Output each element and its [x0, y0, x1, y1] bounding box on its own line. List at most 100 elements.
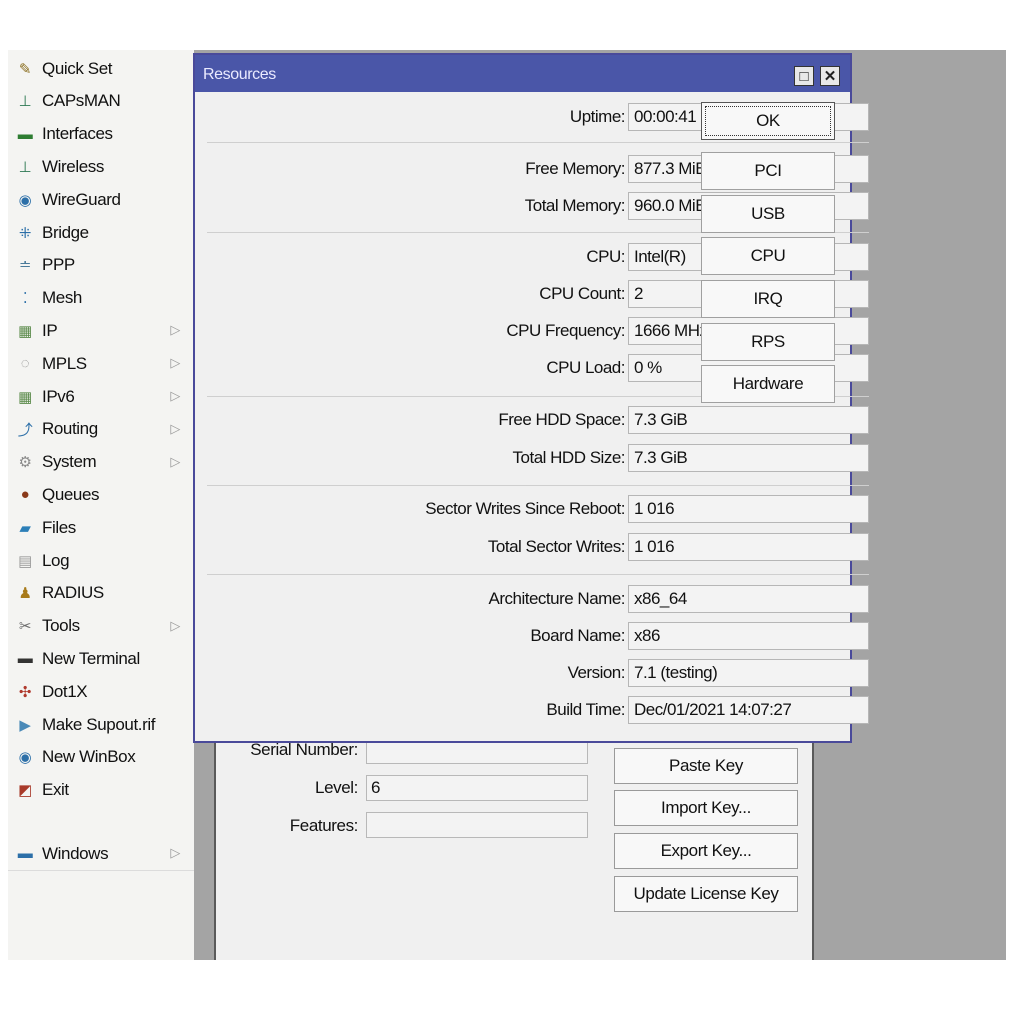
menu-item-make-supout-rif[interactable]: ▶ Make Supout.rif	[8, 708, 194, 741]
menu-item-system[interactable]: ⚙ System ▷	[8, 446, 194, 479]
menu-item-log[interactable]: ▤ Log	[8, 544, 194, 577]
features-label: Features:	[289, 816, 359, 835]
menu-item-capsman[interactable]: ⊥ CAPsMAN	[8, 85, 194, 118]
ipv6-icon: ▦	[18, 388, 32, 406]
board-name-label: Board Name:	[530, 626, 625, 645]
menu-item-label: RADIUS	[42, 583, 104, 603]
menu-item-mpls[interactable]: ◌ MPLS ▷	[8, 347, 194, 380]
menu-item-label: Make Supout.rif	[42, 714, 156, 734]
mesh-icon: ⁚	[22, 290, 28, 308]
resources-window: Resources □ ✕ Uptime: 00:00:41 Free Memory…	[193, 53, 869, 743]
sector-writes-since-reboot-label: Sector Writes Since Reboot:	[425, 499, 625, 518]
sector-writes-since-reboot-field[interactable]: 1 016	[628, 495, 869, 523]
radius-icon: ♟	[18, 585, 32, 603]
total-sector-writes-field[interactable]: 1 016	[628, 533, 869, 561]
routing-icon: ⤴	[17, 421, 33, 439]
menu-item-quick-set[interactable]: ✎ Quick Set	[8, 52, 194, 85]
submenu-arrow-icon: ▷	[170, 388, 180, 403]
features-field[interactable]	[366, 812, 588, 838]
submenu-arrow-icon: ▷	[170, 453, 180, 469]
menu-item-new-terminal[interactable]: ▬ New Terminal	[8, 642, 194, 675]
close-icon[interactable]: ✕	[820, 66, 840, 86]
irq-button[interactable]: IRQ	[701, 280, 835, 318]
cpu-label: CPU:	[586, 247, 625, 266]
level-label: Level:	[315, 778, 358, 797]
menu-item-bridge[interactable]: ⁜ Bridge	[8, 216, 194, 249]
menu-item-ip[interactable]: ▦ IP ▷	[8, 314, 194, 347]
menu-item-radius[interactable]: ♟ RADIUS	[8, 577, 194, 610]
menu-item-label: MPLS	[42, 353, 87, 373]
menu-item-label: IP	[42, 320, 58, 340]
menu-item-label: IPv6	[42, 386, 75, 406]
menu-item-mesh[interactable]: ⁚ Mesh	[8, 282, 194, 315]
uptime-label: Uptime:	[569, 107, 626, 126]
menu-item-wireless[interactable]: ⊥ Wireless	[8, 150, 194, 183]
menu-item-label: Queues	[42, 484, 100, 504]
menu-item-label: New WinBox	[42, 747, 136, 767]
total-hdd-size-field[interactable]: 7.3 GiB	[628, 444, 869, 472]
menu-item-label: Mesh	[42, 288, 82, 308]
menu-item-label: System	[42, 452, 97, 472]
free-memory-label: Free Memory:	[525, 159, 625, 178]
winbox-icon: ◉	[18, 749, 32, 767]
menu-item-label: Quick Set	[42, 58, 113, 78]
paste-key-button[interactable]: Paste Key	[614, 748, 798, 784]
windows-icon: ▬	[17, 845, 33, 862]
window-title: Resources	[203, 66, 276, 83]
resources-title-bar[interactable]: Resources	[195, 55, 850, 92]
version-field[interactable]: 7.1 (testing)	[628, 659, 869, 687]
update-license-key-button[interactable]: Update License Key	[614, 876, 798, 912]
menu-item-label: WireGuard	[42, 189, 121, 209]
board-name-field[interactable]: x86	[628, 622, 869, 650]
menu-item-label: Exit	[42, 780, 69, 800]
terminal-icon: ▬	[17, 650, 33, 668]
menu-item-label: Dot1X	[42, 681, 88, 701]
build-time-field[interactable]: Dec/01/2021 14:07:27	[628, 696, 869, 724]
pci-button[interactable]: PCI	[701, 152, 835, 190]
usb-button[interactable]: USB	[701, 195, 835, 233]
menu-item-routing[interactable]: ⤴ Routing ▷	[8, 413, 194, 446]
hardware-button[interactable]: Hardware	[701, 365, 835, 403]
free-hdd-space-field[interactable]: 7.3 GiB	[628, 406, 869, 434]
menu-item-interfaces[interactable]: ▬ Interfaces	[8, 118, 194, 151]
level-field[interactable]: 6	[366, 775, 588, 801]
architecture-name-label: Architecture Name:	[488, 589, 626, 608]
menu-item-queues[interactable]: ● Queues	[8, 478, 194, 511]
maximize-icon[interactable]: □	[794, 66, 814, 86]
section-divider	[207, 142, 869, 143]
menu-item-files[interactable]: ▰ Files	[8, 511, 194, 544]
architecture-name-field[interactable]: x86_64	[628, 585, 869, 613]
menu-item-dot1x[interactable]: ✣ Dot1X	[8, 675, 194, 708]
menu-item-tools[interactable]: ✂ Tools ▷	[8, 610, 194, 643]
quick-set-icon: ✎	[18, 60, 32, 78]
submenu-arrow-icon: ▷	[170, 617, 180, 633]
total-memory-label: Total Memory:	[524, 196, 626, 215]
files-icon: ▰	[19, 519, 31, 537]
section-divider	[207, 574, 869, 575]
ok-button[interactable]: OK	[701, 102, 835, 140]
exit-icon: ◩	[18, 782, 32, 800]
main-menu-sidebar: ✎ Quick Set ⊥ CAPsMAN ▬ Interfaces ⊥ Wireless ◉ W…	[8, 50, 194, 960]
menu-item-label: Routing	[42, 419, 98, 439]
cpu-button[interactable]: CPU	[701, 237, 835, 275]
menu-divider	[8, 870, 194, 871]
log-icon: ▤	[18, 552, 32, 570]
menu-item-new-winbox[interactable]: ◉ New WinBox	[8, 741, 194, 774]
menu-item-wireguard[interactable]: ◉ WireGuard	[8, 183, 194, 216]
system-icon: ⚙	[18, 454, 32, 472]
menu-item-ipv6[interactable]: ▦ IPv6 ▷	[8, 380, 194, 413]
ip-icon: ▦	[18, 322, 32, 340]
import-key-button[interactable]: Import Key...	[614, 790, 798, 826]
menu-item-ppp[interactable]: ≐ PPP	[8, 249, 194, 282]
total-hdd-size-label: Total HDD Size:	[512, 448, 626, 467]
submenu-arrow-icon: ▷	[170, 355, 180, 371]
ppp-icon: ≐	[18, 257, 32, 275]
rps-button[interactable]: RPS	[701, 323, 835, 361]
tools-icon: ✂	[18, 618, 32, 636]
menu-item-windows[interactable]: ▬ Windows ▷	[8, 837, 194, 870]
export-key-button[interactable]: Export Key...	[614, 833, 798, 869]
menu-item-exit[interactable]: ◩ Exit	[8, 774, 194, 807]
menu-item-label: Wireless	[42, 156, 104, 176]
queues-icon: ●	[20, 486, 30, 504]
cpu-load-label: CPU Load:	[546, 358, 625, 377]
